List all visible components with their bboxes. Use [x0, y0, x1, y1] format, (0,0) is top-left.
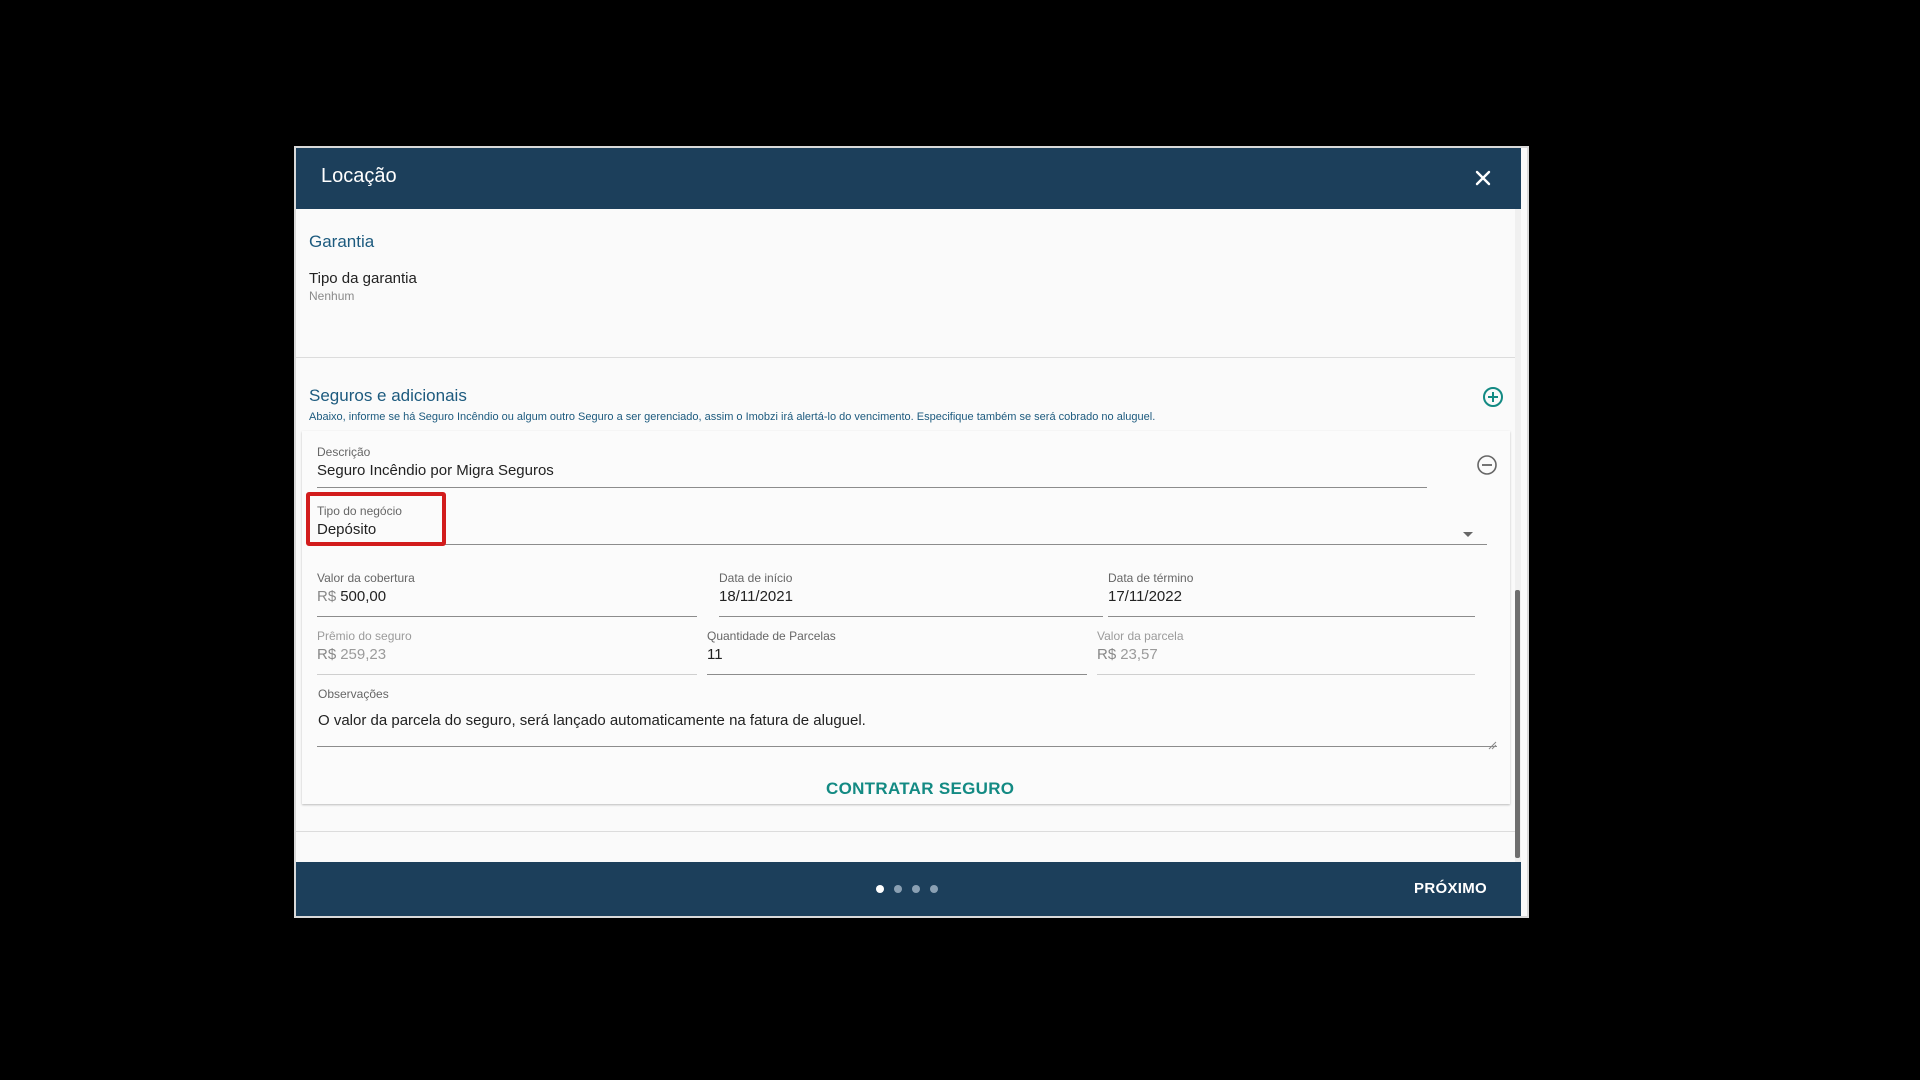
tipo-garantia-value[interactable]: Nenhum — [309, 289, 354, 303]
data-termino-underline — [1108, 616, 1475, 617]
scrollbar-thumb[interactable] — [1515, 590, 1520, 858]
dialog-header: Locação — [296, 148, 1521, 209]
seguro-card: Descrição Seguro Incêndio por Migra Segu… — [302, 431, 1510, 804]
bottom-divider — [296, 831, 1517, 832]
valor-cobertura-label: Valor da cobertura — [317, 571, 415, 585]
descricao-label: Descrição — [317, 445, 371, 459]
valor-parcela-underline — [1097, 674, 1475, 675]
descricao-field[interactable]: Descrição Seguro Incêndio por Migra Segu… — [317, 445, 554, 479]
tipo-negocio-underline — [317, 544, 1487, 545]
data-termino-value[interactable]: 17/11/2022 — [1108, 588, 1193, 605]
valor-parcela-field: Valor da parcela R$ 23,57 — [1097, 629, 1184, 663]
add-seguro-icon[interactable] — [1482, 386, 1504, 413]
data-inicio-value[interactable]: 18/11/2021 — [719, 588, 793, 605]
premio-underline — [317, 674, 697, 675]
data-inicio-underline — [719, 616, 1103, 617]
data-inicio-field[interactable]: Data de início 18/11/2021 — [719, 571, 793, 605]
step-indicator — [876, 885, 938, 893]
highlight-box — [306, 492, 446, 546]
parcelas-label: Quantidade de Parcelas — [707, 629, 836, 643]
observacoes-label: Observações — [318, 687, 389, 701]
premio-field: Prêmio do seguro R$ 259,23 — [317, 629, 412, 663]
parcelas-underline — [707, 674, 1087, 675]
contratar-seguro-button[interactable]: CONTRATAR SEGURO — [826, 779, 1014, 799]
data-inicio-label: Data de início — [719, 571, 793, 585]
resize-handle-icon[interactable] — [1488, 737, 1497, 755]
dialog-footer: PRÓXIMO — [296, 862, 1521, 916]
dialog-title: Locação — [321, 165, 397, 187]
seguros-subtitle: Abaixo, informe se há Seguro Incêndio ou… — [309, 411, 1156, 423]
parcelas-field[interactable]: Quantidade de Parcelas 11 — [707, 629, 836, 663]
seguros-title: Seguros e adicionais — [309, 386, 467, 405]
step-dot[interactable] — [876, 885, 884, 893]
garantia-title: Garantia — [309, 232, 375, 251]
data-termino-field[interactable]: Data de término 17/11/2022 — [1108, 571, 1193, 605]
observacoes-value[interactable]: O valor da parcela do seguro, será lança… — [318, 712, 866, 729]
tipo-garantia-label: Tipo da garantia — [309, 270, 417, 287]
next-button[interactable]: PRÓXIMO — [1414, 880, 1487, 897]
valor-cobertura-underline — [317, 616, 697, 617]
observacoes-underline — [317, 746, 1497, 747]
valor-cobertura-value[interactable]: 500,00 — [340, 588, 386, 605]
parcelas-value[interactable]: 11 — [707, 646, 836, 663]
currency-prefix: R$ — [317, 646, 337, 663]
step-dot[interactable] — [930, 885, 938, 893]
locacao-dialog: Locação Garantia Tipo da garantia Nenhum… — [296, 148, 1527, 916]
premio-label: Prêmio do seguro — [317, 629, 412, 643]
chevron-down-icon[interactable] — [1461, 527, 1475, 545]
observacoes-field[interactable]: Observações O valor da parcela do seguro… — [318, 687, 866, 729]
premio-value: 259,23 — [340, 646, 387, 663]
step-dot[interactable] — [912, 885, 920, 893]
descricao-underline — [317, 487, 1427, 488]
valor-parcela-label: Valor da parcela — [1097, 629, 1184, 643]
data-termino-label: Data de término — [1108, 571, 1194, 585]
valor-cobertura-field[interactable]: Valor da cobertura R$ 500,00 — [317, 571, 415, 605]
valor-parcela-value: 23,57 — [1120, 646, 1158, 663]
close-icon[interactable] — [1471, 166, 1495, 190]
remove-seguro-icon[interactable] — [1476, 454, 1498, 481]
step-dot[interactable] — [894, 885, 902, 893]
currency-prefix: R$ — [1097, 646, 1117, 663]
section-divider — [296, 357, 1521, 358]
descricao-value[interactable]: Seguro Incêndio por Migra Seguros — [317, 462, 554, 479]
currency-prefix: R$ — [317, 588, 337, 605]
